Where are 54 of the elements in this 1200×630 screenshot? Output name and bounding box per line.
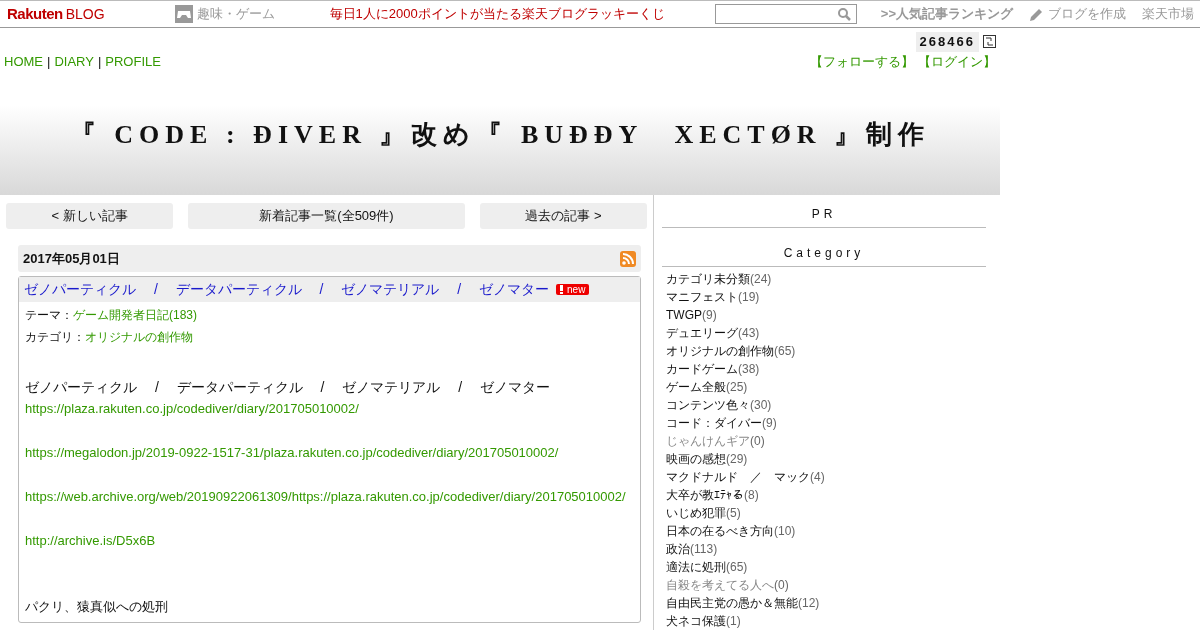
account-link[interactable]: 【フォローする】 xyxy=(810,51,914,71)
category-item[interactable]: カードゲーム(38) xyxy=(666,360,982,378)
body-link[interactable]: https://megalodon.jp/2019-0922-1517-31/plaza.rakuten.co.jp/codediver/diary/201705010002/ xyxy=(25,445,559,460)
category-item[interactable]: マニフェスト(19) xyxy=(666,288,982,306)
category-item[interactable]: ゲーム全般(25) xyxy=(666,378,982,396)
post-title-link[interactable]: ゼノパーティクル / データパーティクル / ゼノマテリアル / ゼノマター xyxy=(24,279,549,300)
meta-label: テーマ： xyxy=(25,308,73,322)
gamepad-icon[interactable] xyxy=(174,5,193,23)
nav-link[interactable]: DIARY xyxy=(54,53,94,69)
category-item[interactable]: TWGP(9) xyxy=(666,306,982,324)
theme-link[interactable]: ゲーム開発者日記(183) xyxy=(73,308,197,322)
pager-button[interactable]: < 新しい記事 xyxy=(6,203,173,229)
category-link[interactable]: オリジナルの創作物 xyxy=(85,330,193,344)
body-link[interactable]: https://plaza.rakuten.co.jp/codediver/diary/201705010002/ xyxy=(25,401,359,416)
category-item[interactable]: デュエリーグ(43) xyxy=(666,324,982,342)
rss-icon[interactable] xyxy=(620,250,636,267)
access-counter: 268466 xyxy=(915,32,979,52)
category-item[interactable]: 適法に処刑(65) xyxy=(666,558,982,576)
category-item[interactable]: 犬ネコ保護(1) xyxy=(666,612,982,630)
nav-link[interactable]: HOME xyxy=(4,53,43,69)
logo-text[interactable]: Rakuten xyxy=(7,2,63,26)
meta-label: カテゴリ： xyxy=(25,330,85,344)
blog-title: 『 CODE : ĐIVER 』改め『 BUĐĐY XECTØR 』制作 xyxy=(69,119,931,151)
category-item[interactable]: 大卒が教ｴﾃｬる(8) xyxy=(666,486,982,504)
category-item[interactable]: 日本の在るべき方向(10) xyxy=(666,522,982,540)
body-text: ゼノパーティクル / データパーティクル / ゼノマテリアル / ゼノマター xyxy=(25,378,551,397)
logo-subtext[interactable]: BLOG xyxy=(65,3,105,25)
new-badge: new xyxy=(556,284,590,295)
nav-separator: | xyxy=(97,53,102,69)
section-heading: Category xyxy=(662,244,986,267)
nav-separator: | xyxy=(47,53,51,69)
category-item[interactable]: コード：ダイバー(9) xyxy=(666,414,982,432)
body-link[interactable]: http://archive.is/D5x6B xyxy=(25,533,156,548)
pager-button[interactable]: 新着記事一覧(全509件) xyxy=(188,203,465,229)
category-item[interactable]: 自由民主党の愚か＆無能(12) xyxy=(666,594,982,612)
post-date: 2017年05月01日 xyxy=(23,249,120,268)
promo-link[interactable]: 毎日1人に2000ポイントが当たる楽天ブログラッキーくじ xyxy=(329,4,665,24)
body-text: パクリ、猿真似への処刑 xyxy=(25,598,169,616)
account-link[interactable]: 【ログイン】 xyxy=(918,51,996,71)
category-item[interactable]: オリジナルの創作物(65) xyxy=(666,342,982,360)
search-icon[interactable] xyxy=(837,8,851,21)
nav-link[interactable]: PROFILE xyxy=(105,53,161,69)
counter-icon xyxy=(983,35,996,49)
category-item[interactable]: いじめ犯罪(5) xyxy=(666,504,982,522)
body-link[interactable]: https://web.archive.org/web/20190922061309/https://plaza.rakuten.co.jp/codediver/diary/201705010002/ xyxy=(25,489,626,504)
section-heading: PR xyxy=(662,205,986,228)
pager-button[interactable]: 過去の記事 > xyxy=(480,203,647,229)
category-item[interactable]: マクドナルド ／ マック(4) xyxy=(666,468,982,486)
category-item[interactable]: 映画の感想(29) xyxy=(666,450,982,468)
search-field[interactable] xyxy=(714,4,857,24)
category-item[interactable]: 政治(113) xyxy=(666,540,982,558)
pencil-icon[interactable] xyxy=(1029,6,1044,22)
category-item[interactable]: カテゴリ未分類(24) xyxy=(666,270,982,288)
category-item[interactable]: コンテンツ色々(30) xyxy=(666,396,982,414)
